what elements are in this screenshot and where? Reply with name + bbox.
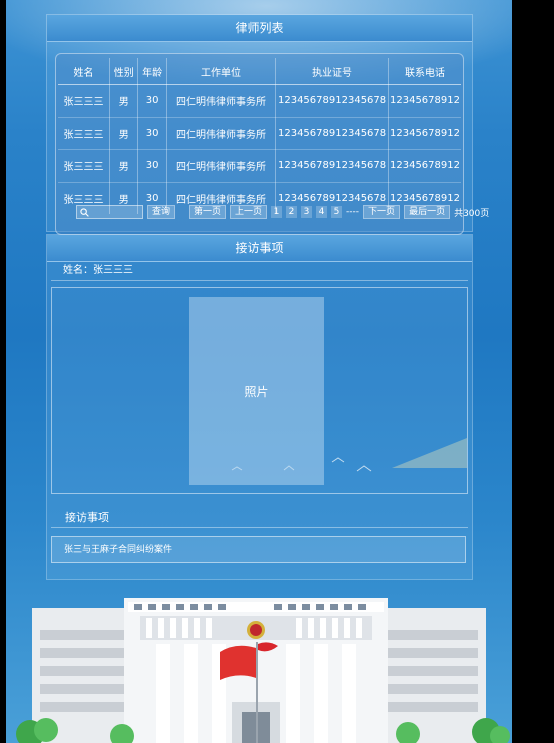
column-header-license: 执业证号 xyxy=(275,58,389,85)
cell-phone: 12345678912 xyxy=(388,149,461,183)
page-number-1[interactable]: 1 xyxy=(271,206,283,218)
search-input[interactable] xyxy=(76,205,143,219)
visit-panel: 接访事项 姓名：张三三三 照片 接访事项 张三与王麻子合同纠纷案件 xyxy=(46,234,473,580)
matters-title: 接访事项 xyxy=(65,511,109,524)
table-header-row: 姓名 性别 年龄 工作单位 执业证号 联系电话 xyxy=(58,58,461,85)
cell-name: 张三三三 xyxy=(58,149,111,183)
divider xyxy=(51,527,468,528)
visit-title: 接访事项 xyxy=(47,235,472,262)
query-button[interactable]: 查询 xyxy=(147,205,176,219)
table-row[interactable]: 张三三三 男 30 四仁明伟律师事务所 12345678912345678 12… xyxy=(58,84,461,118)
cell-license: 12345678912345678 xyxy=(275,117,389,150)
cell-age: 30 xyxy=(137,149,167,183)
cell-age: 30 xyxy=(137,117,167,150)
photo-area: 照片 xyxy=(51,287,468,494)
cell-name: 张三三三 xyxy=(58,117,111,150)
cell-phone: 12345678912 xyxy=(388,84,461,118)
search-icon xyxy=(80,207,89,217)
first-page-button[interactable]: 第一页 xyxy=(189,205,227,219)
cell-name: 张三三三 xyxy=(58,84,111,118)
lawyer-list-title: 律师列表 xyxy=(47,15,472,42)
cell-license: 12345678912345678 xyxy=(275,84,389,118)
cell-employer: 四仁明伟律师事务所 xyxy=(166,117,277,150)
case-text: 张三与王麻子合同纠纷案件 xyxy=(64,545,173,555)
cell-gender: 男 xyxy=(109,117,139,150)
column-header-name: 姓名 xyxy=(58,58,111,85)
pagination-bar: 查询 第一页 上一页 1 2 3 4 5 ---- 下一页 最后一页 共300页 xyxy=(76,204,489,220)
cell-license: 12345678912345678 xyxy=(275,149,389,183)
column-header-gender: 性别 xyxy=(109,58,139,85)
column-header-phone: 联系电话 xyxy=(388,58,461,85)
visitor-name: 姓名：张三三三 xyxy=(63,265,133,276)
photo-placeholder: 照片 xyxy=(189,297,324,485)
column-header-employer: 工作单位 xyxy=(166,58,277,85)
court-building-illustration xyxy=(16,598,510,743)
cell-gender: 男 xyxy=(109,84,139,118)
lawyer-list-panel: 律师列表 姓名 性别 年龄 工作单位 执业证号 联系电话 张三三三 男 30 四… xyxy=(46,14,489,235)
cell-employer: 四仁明伟律师事务所 xyxy=(166,149,277,183)
last-page-button[interactable]: 最后一页 xyxy=(404,205,451,219)
photo-label: 照片 xyxy=(244,384,269,399)
app-frame: 律师列表 姓名 性别 年龄 工作单位 执业证号 联系电话 张三三三 男 30 四… xyxy=(6,0,512,743)
prev-page-button[interactable]: 上一页 xyxy=(230,205,268,219)
total-pages: 共300页 xyxy=(454,208,490,219)
next-page-button[interactable]: 下一页 xyxy=(363,205,401,219)
table-row[interactable]: 张三三三 男 30 四仁明伟律师事务所 12345678912345678 12… xyxy=(58,117,461,150)
column-header-age: 年龄 xyxy=(137,58,167,85)
lawyer-table: 姓名 性别 年龄 工作单位 执业证号 联系电话 张三三三 男 30 四仁明伟律师… xyxy=(58,58,461,214)
page-number-5[interactable]: 5 xyxy=(331,206,343,218)
divider xyxy=(51,280,468,281)
lawyer-table-container: 姓名 性别 年龄 工作单位 执业证号 联系电话 张三三三 男 30 四仁明伟律师… xyxy=(55,53,489,235)
page-number-2[interactable]: 2 xyxy=(286,206,298,218)
page-number-4[interactable]: 4 xyxy=(316,206,328,218)
page-number-3[interactable]: 3 xyxy=(301,206,313,218)
cell-age: 30 xyxy=(137,84,167,118)
cell-employer: 四仁明伟律师事务所 xyxy=(166,84,277,118)
table-row[interactable]: 张三三三 男 30 四仁明伟律师事务所 12345678912345678 12… xyxy=(58,149,461,183)
pager-ellipsis: ---- xyxy=(346,207,360,217)
cell-gender: 男 xyxy=(109,149,139,183)
case-item[interactable]: 张三与王麻子合同纠纷案件 xyxy=(51,536,466,563)
cell-phone: 12345678912 xyxy=(388,117,461,150)
